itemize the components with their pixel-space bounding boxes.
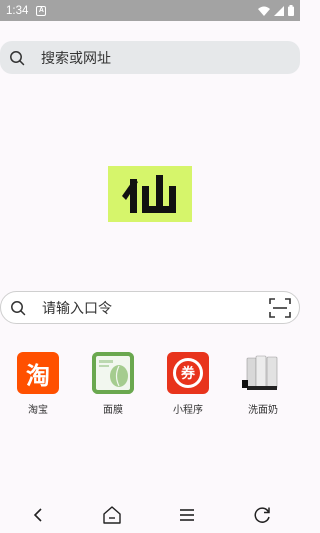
coupon-glyph: 券 xyxy=(181,366,195,382)
command-placeholder: 请输入口令 xyxy=(42,300,112,317)
battery-icon xyxy=(288,5,294,16)
url-search-placeholder: 搜索或网址 xyxy=(41,50,111,67)
status-bar: 1:34 A xyxy=(0,0,300,21)
shortcut-taobao[interactable]: 淘 淘宝 xyxy=(8,352,68,416)
coupon-icon: 券 xyxy=(167,352,209,394)
scan-icon[interactable] xyxy=(269,298,291,318)
shortcut-label: 小程序 xyxy=(173,405,203,416)
menu-button[interactable] xyxy=(175,504,199,526)
face-mask-icon xyxy=(92,352,134,394)
cleanser-icon xyxy=(242,352,284,394)
menu-icon xyxy=(180,509,194,521)
shortcut-label: 洗面奶 xyxy=(248,405,278,416)
back-button[interactable] xyxy=(26,504,50,526)
shortcut-grid: 淘 淘宝 面膜 券 小程序 洗面奶 xyxy=(0,352,300,422)
back-icon xyxy=(33,508,42,522)
refresh-icon xyxy=(254,507,270,523)
command-input[interactable]: 请输入口令 xyxy=(0,291,300,324)
refresh-button[interactable] xyxy=(250,504,274,526)
status-time: 1:34 xyxy=(6,4,29,17)
logo-glyph xyxy=(122,175,176,213)
app-logo xyxy=(108,166,192,222)
signal-icon xyxy=(274,5,284,16)
taobao-glyph: 淘 xyxy=(26,361,50,390)
home-button[interactable] xyxy=(100,504,124,526)
shortcut-mini-program[interactable]: 券 小程序 xyxy=(158,352,218,416)
shortcut-face-mask[interactable]: 面膜 xyxy=(83,352,143,416)
coupon-ring: 券 xyxy=(173,358,203,388)
status-icons xyxy=(258,5,294,16)
notification-icon: A xyxy=(36,5,47,16)
shortcut-cleanser[interactable]: 洗面奶 xyxy=(233,352,293,416)
url-search-bar[interactable]: 搜索或网址 xyxy=(0,41,300,74)
home-icon xyxy=(103,506,121,524)
search-icon xyxy=(10,50,25,65)
shortcut-label: 面膜 xyxy=(103,405,123,416)
bottom-nav-bar xyxy=(0,498,300,533)
search-icon xyxy=(11,300,26,315)
shortcut-label: 淘宝 xyxy=(28,405,48,416)
taobao-icon: 淘 xyxy=(17,352,59,394)
wifi-icon xyxy=(258,6,270,16)
